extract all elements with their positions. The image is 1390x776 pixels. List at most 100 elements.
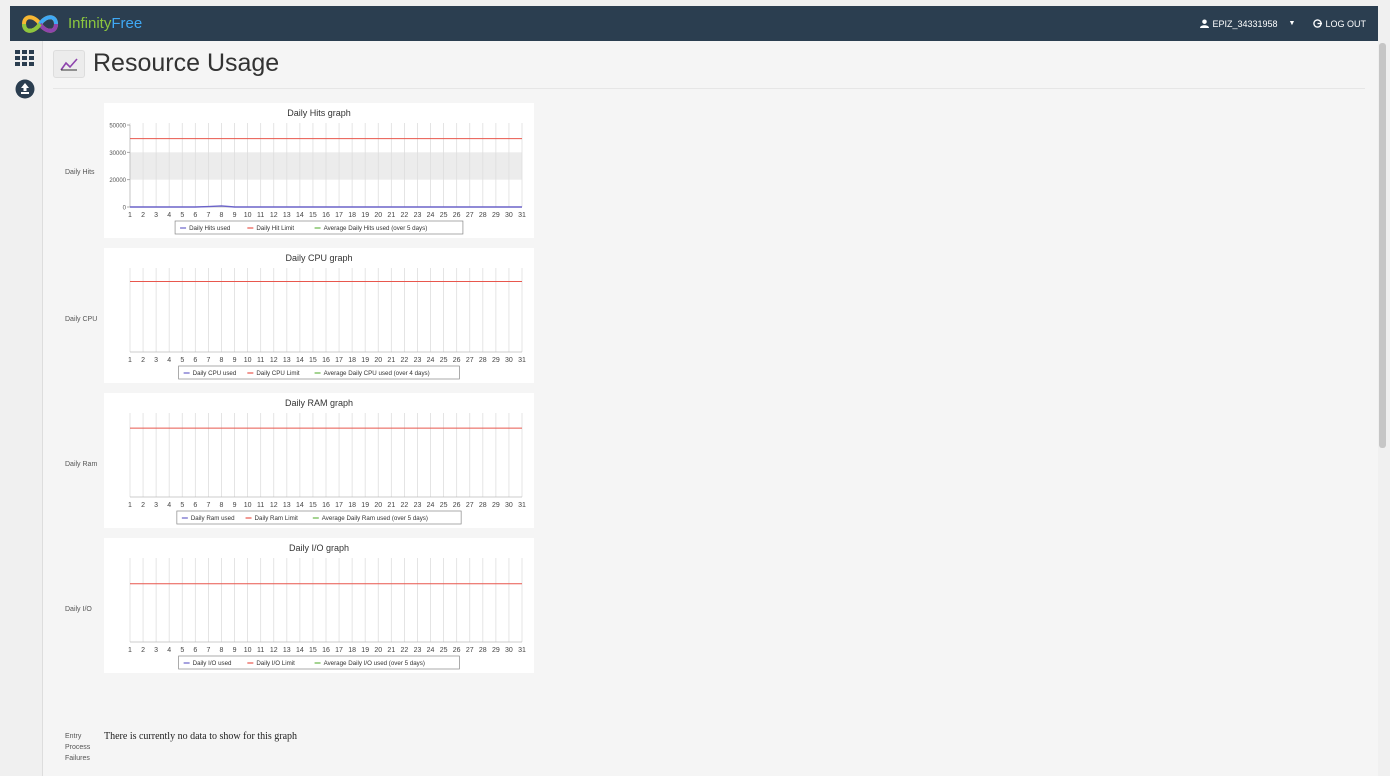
caret-down-icon: ▼ [1288,20,1296,27]
x-tick-label: 4 [167,502,171,509]
legend-label: Daily CPU used [193,370,237,377]
x-tick-label: 4 [167,212,171,219]
x-tick-label: 29 [492,357,500,364]
x-tick-label: 5 [180,212,184,219]
entry-label-line: Failures [65,755,90,762]
x-tick-label: 7 [206,647,210,654]
x-tick-label: 22 [401,502,409,509]
x-tick-label: 30 [505,502,513,509]
top-navbar: InfinityFree EPIZ_34331958 ▼ LOG OUT [10,6,1378,41]
x-tick-label: 10 [244,357,252,364]
x-tick-label: 9 [233,502,237,509]
resource-usage-icon [53,49,85,78]
x-tick-label: 5 [180,357,184,364]
io-graph-panel: Daily I/O graph 1 2 3 4 5 6 7 8 9 10 11 12 13 14 15 16 17… [104,538,534,673]
x-tick-label: 22 [401,357,409,364]
x-tick-label: 18 [348,502,356,509]
x-tick-label: 23 [414,502,422,509]
username: EPIZ_34331958 [1212,18,1278,29]
x-tick-label: 27 [466,212,474,219]
y-tick-label: 50000 [109,124,126,130]
page-title: Resource Usage [93,49,280,77]
y-tick-label: 0 [123,206,127,212]
legend-label: Daily Hits used [189,225,231,232]
x-tick-label: 3 [154,212,158,219]
x-tick-label: 12 [270,647,278,654]
x-tick-label: 16 [322,502,330,509]
legend-label: Average Daily Ram used (over 5 days) [322,515,428,522]
x-tick-label: 20 [374,502,382,509]
brand-logo[interactable]: InfinityFree [20,12,142,36]
io-side-label: Daily I/O [65,606,92,613]
x-tick-label: 23 [414,357,422,364]
x-tick-label: 5 [180,502,184,509]
x-tick-label: 17 [335,212,343,219]
x-tick-label: 18 [348,647,356,654]
x-tick-label: 18 [348,357,356,364]
legend-label: Daily Ram used [191,515,235,522]
x-tick-label: 26 [453,647,461,654]
x-tick-label: 11 [257,357,264,364]
entry-label-line: Process [65,744,91,751]
x-tick-label: 10 [244,502,252,509]
x-tick-label: 19 [361,357,369,364]
apps-grid-icon[interactable] [15,50,35,71]
scrollbar-thumb[interactable] [1379,43,1386,448]
x-tick-label: 4 [167,357,171,364]
entry-label-line: Entry [65,733,82,740]
y-tick-label: 30000 [109,151,126,157]
x-tick-label: 10 [244,212,252,219]
x-tick-label: 24 [427,357,435,364]
x-tick-label: 21 [387,212,395,219]
x-tick-label: 7 [206,212,210,219]
x-tick-label: 25 [440,357,448,364]
user-menu[interactable]: EPIZ_34331958 ▼ [1200,19,1295,29]
ram-graph-row: Daily Ram Daily RAM graph 1 2 3 4 5 6 7 8 9 10 11 12… [43,393,563,528]
x-tick-label: 5 [180,647,184,654]
upload-icon[interactable] [15,79,35,104]
x-tick-label: 3 [154,357,158,364]
x-tick-label: 27 [466,502,474,509]
left-sidebar [10,41,43,776]
x-tick-label: 25 [440,212,448,219]
x-tick-label: 31 [518,502,526,509]
x-tick-label: 1 [128,212,132,219]
brand-name-part2: Free [111,15,143,32]
x-tick-label: 8 [220,212,224,219]
chart-title: Daily I/O graph [289,543,349,553]
x-tick-label: 17 [335,647,343,654]
legend-label: Daily I/O Limit [256,660,295,667]
chart-title: Daily RAM graph [285,398,353,408]
page-scrollbar[interactable] [1378,41,1388,776]
x-tick-label: 3 [154,647,158,654]
x-tick-label: 15 [309,212,317,219]
x-tick-label: 14 [296,357,304,364]
x-tick-label: 7 [206,357,210,364]
x-tick-label: 20 [374,647,382,654]
legend-label: Daily Ram Limit [255,515,299,522]
x-tick-label: 14 [296,212,304,219]
x-tick-label: 19 [361,212,369,219]
x-tick-label: 28 [479,357,487,364]
x-tick-label: 21 [387,357,395,364]
x-tick-label: 24 [427,212,435,219]
x-tick-label: 31 [518,357,526,364]
legend-label: Daily Hit Limit [256,225,294,232]
x-tick-label: 30 [505,212,513,219]
x-tick-label: 22 [401,647,409,654]
x-tick-label: 15 [309,647,317,654]
x-tick-label: 9 [233,357,237,364]
logout-icon [1313,19,1323,28]
legend-label: Average Daily I/O used (over 5 days) [324,660,425,667]
legend-label: Daily I/O used [193,660,232,667]
x-tick-label: 21 [387,502,395,509]
x-tick-label: 11 [257,212,264,219]
x-tick-label: 31 [518,647,526,654]
x-tick-label: 13 [283,212,291,219]
x-tick-label: 29 [492,212,500,219]
legend-label: Average Daily CPU used (over 4 days) [324,370,430,377]
x-tick-label: 17 [335,502,343,509]
x-tick-label: 12 [270,212,278,219]
logout-link[interactable]: LOG OUT [1313,19,1366,29]
x-tick-label: 12 [270,502,278,509]
